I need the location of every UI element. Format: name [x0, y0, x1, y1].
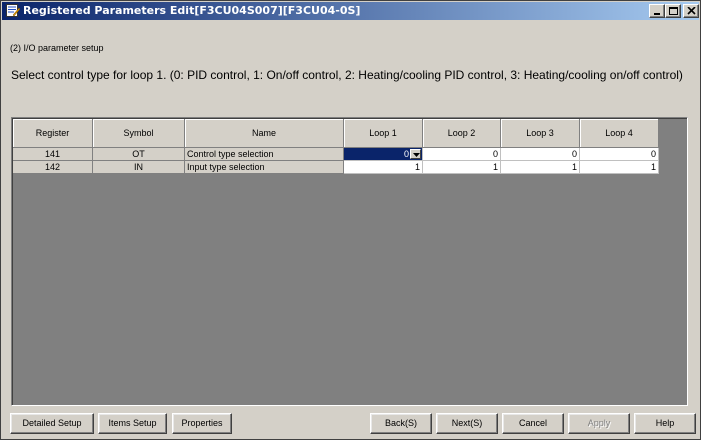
help-button[interactable]: Help [634, 413, 696, 434]
cancel-button[interactable]: Cancel [502, 413, 564, 434]
detailed-setup-button[interactable]: Detailed Setup [10, 413, 94, 434]
title-bar[interactable]: Registered Parameters Edit[F3CU04S007][F… [2, 2, 699, 20]
minimize-button[interactable] [649, 4, 665, 18]
column-header-loop3[interactable]: Loop 3 [501, 119, 580, 148]
apply-button[interactable]: Apply [568, 413, 630, 434]
app-edit-icon [6, 4, 21, 17]
name-cell: Control type selection [185, 148, 344, 161]
name-cell: Input type selection [185, 161, 344, 174]
properties-button[interactable]: Properties [172, 413, 232, 434]
registered-parameters-window: Registered Parameters Edit[F3CU04S007][F… [0, 0, 701, 440]
loop2-value-cell[interactable]: 1 [423, 161, 501, 174]
minimize-icon [654, 13, 660, 15]
next-button[interactable]: Next(S) [436, 413, 498, 434]
loop1-value-cell-selected[interactable]: 0 [344, 148, 423, 161]
column-header-loop4[interactable]: Loop 4 [580, 119, 659, 148]
column-header-name[interactable]: Name [185, 119, 344, 148]
loop4-value-cell[interactable]: 1 [580, 161, 659, 174]
back-button[interactable]: Back(S) [370, 413, 432, 434]
items-setup-button[interactable]: Items Setup [98, 413, 167, 434]
symbol-cell: IN [93, 161, 185, 174]
loop2-value-cell[interactable]: 0 [423, 148, 501, 161]
parameter-grid[interactable]: Register Symbol Name Loop 1 Loop 2 Loop … [11, 117, 688, 406]
close-icon [687, 7, 696, 15]
dropdown-button[interactable] [410, 149, 421, 159]
column-header-symbol[interactable]: Symbol [93, 119, 185, 148]
register-cell: 141 [13, 148, 93, 161]
maximize-button[interactable] [665, 4, 681, 18]
loop3-value-cell[interactable]: 0 [501, 148, 580, 161]
loop4-value-cell[interactable]: 0 [580, 148, 659, 161]
column-header-register[interactable]: Register [13, 119, 93, 148]
dropdown-arrow-icon [413, 153, 420, 157]
maximize-icon [669, 7, 678, 15]
symbol-cell: OT [93, 148, 185, 161]
column-header-loop1[interactable]: Loop 1 [344, 119, 423, 148]
register-cell: 142 [13, 161, 93, 174]
loop1-value: 0 [403, 149, 409, 159]
loop3-value-cell[interactable]: 1 [501, 161, 580, 174]
window-title: Registered Parameters Edit[F3CU04S007][F… [23, 4, 361, 17]
column-header-loop2[interactable]: Loop 2 [423, 119, 501, 148]
close-button[interactable] [683, 4, 699, 18]
breadcrumb: (2) I/O parameter setup [10, 43, 104, 53]
loop1-value-cell[interactable]: 1 [344, 161, 423, 174]
instruction-text: Select control type for loop 1. (0: PID … [11, 68, 683, 82]
